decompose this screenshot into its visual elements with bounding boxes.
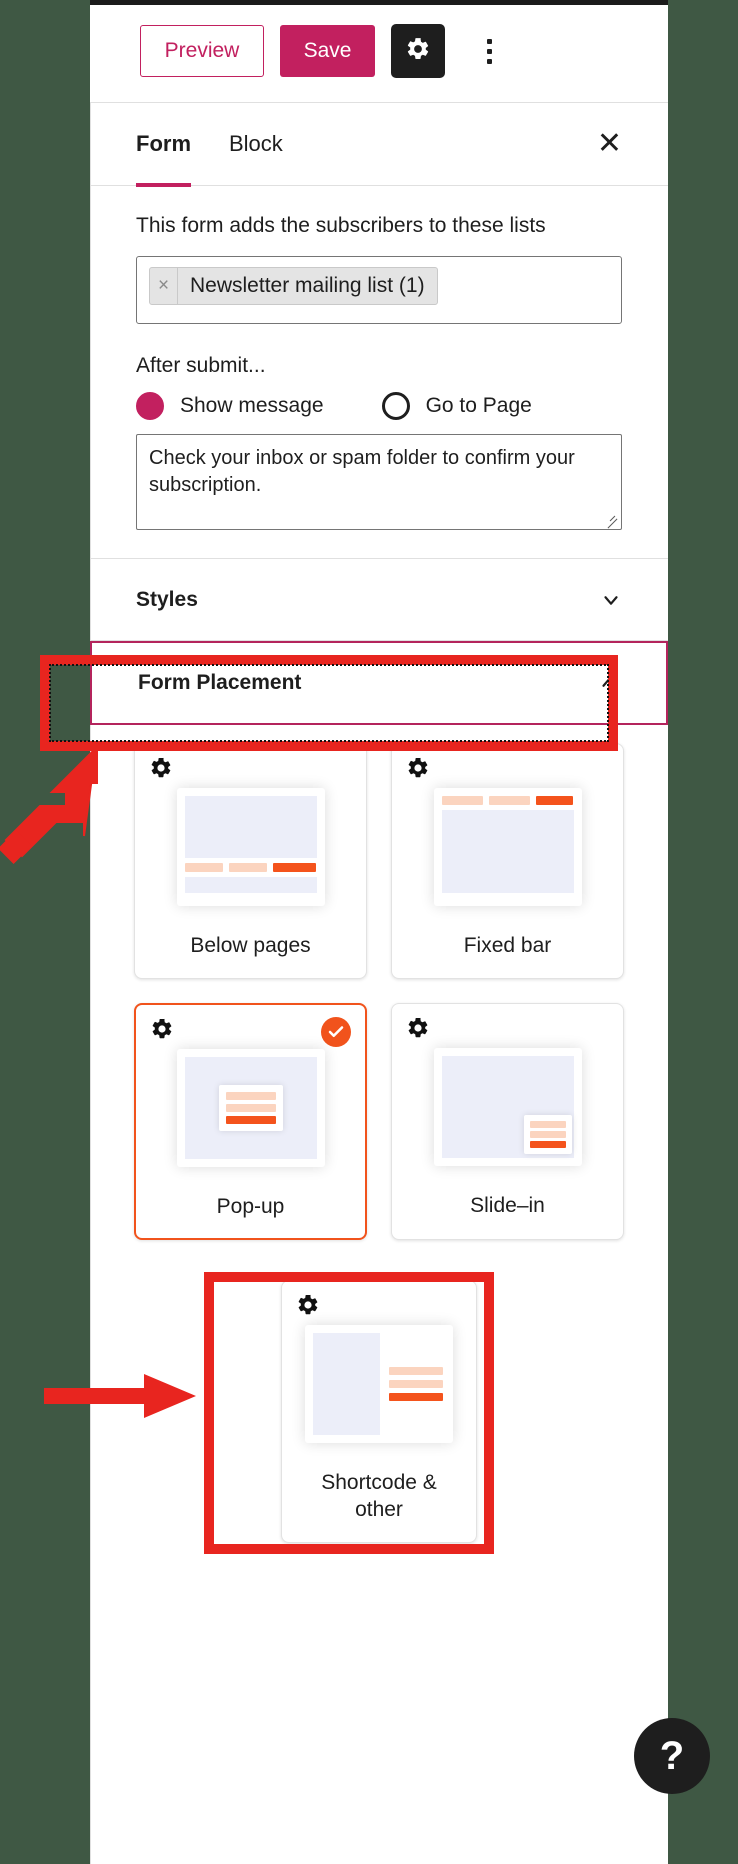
chevron-down-icon — [600, 589, 622, 611]
list-token[interactable]: × Newsletter mailing list (1) — [149, 267, 438, 306]
success-message-value: Check your inbox or spam folder to confi… — [149, 447, 575, 496]
more-options-button[interactable] — [467, 24, 511, 78]
chevron-up-icon — [598, 672, 620, 694]
panel-divider — [90, 0, 91, 1864]
kebab-dot — [486, 48, 492, 54]
pop-up-thumbnail — [176, 1048, 325, 1167]
kebab-dot — [486, 58, 492, 64]
tab-block[interactable]: Block — [229, 103, 283, 186]
placement-card-slide-in[interactable]: Slide–in — [391, 1002, 624, 1240]
remove-token-icon[interactable]: × — [150, 268, 178, 305]
form-placement-grid: Below pages Fixed bar Pop-up Slide–in — [90, 725, 668, 1280]
tab-form[interactable]: Form — [136, 103, 191, 187]
save-button[interactable]: Save — [280, 25, 375, 77]
editor-toolbar: Preview Save — [90, 0, 668, 103]
help-icon: ? — [659, 1733, 685, 1778]
editor-sidebar-panel: Preview Save Form Block ✕ This form adds… — [90, 0, 668, 1864]
after-submit-options: Show message Go to Page — [136, 392, 622, 421]
radio-show-message-label: Show message — [180, 394, 324, 418]
kebab-dot — [486, 38, 492, 44]
below-pages-thumbnail — [176, 788, 325, 907]
placement-card-label: Shortcode & other — [321, 1470, 437, 1522]
form-settings-section: This form adds the subscribers to these … — [90, 186, 668, 560]
fixed-bar-thumbnail — [433, 788, 582, 907]
accordion-styles[interactable]: Styles — [90, 559, 668, 642]
list-token-label: Newsletter mailing list (1) — [190, 274, 425, 298]
shortcode-card-row: Shortcode & other — [90, 1279, 668, 1595]
help-button[interactable]: ? — [634, 1718, 710, 1794]
radio-go-to-page[interactable] — [381, 392, 410, 421]
screenshot-root: Preview Save Form Block ✕ This form adds… — [0, 0, 738, 1864]
preview-button[interactable]: Preview — [140, 25, 264, 77]
accordion-form-placement-label: Form Placement — [138, 671, 302, 695]
gear-icon[interactable] — [406, 756, 430, 785]
placement-card-label: Slide–in — [470, 1193, 545, 1217]
gear-icon[interactable] — [296, 1293, 320, 1322]
check-circle-icon — [321, 1016, 351, 1047]
close-icon[interactable]: ✕ — [597, 129, 622, 159]
resize-handle-icon[interactable] — [604, 513, 618, 527]
lists-token-input[interactable]: × Newsletter mailing list (1) — [136, 256, 622, 325]
gear-icon — [405, 36, 431, 67]
placement-card-fixed-bar[interactable]: Fixed bar — [391, 743, 624, 979]
radio-show-message[interactable] — [136, 392, 164, 421]
settings-button[interactable] — [391, 24, 445, 78]
shortcode-thumbnail — [305, 1324, 453, 1443]
slide-in-thumbnail — [433, 1047, 582, 1166]
success-message-textarea[interactable]: Check your inbox or spam folder to confi… — [136, 434, 622, 531]
placement-card-label: Below pages — [190, 934, 311, 958]
placement-card-pop-up[interactable]: Pop-up — [134, 1002, 367, 1240]
gear-icon[interactable] — [406, 1016, 430, 1045]
placement-card-label: Pop-up — [216, 1194, 285, 1218]
gear-icon[interactable] — [150, 1017, 174, 1046]
placement-card-shortcode[interactable]: Shortcode & other — [281, 1279, 477, 1543]
panel-tabs: Form Block ✕ — [90, 103, 668, 187]
gear-icon[interactable] — [149, 756, 173, 785]
radio-go-to-page-label: Go to Page — [425, 394, 532, 418]
accordion-form-placement[interactable]: Form Placement — [90, 641, 668, 726]
after-submit-label: After submit... — [136, 354, 266, 378]
placement-card-label: Fixed bar — [463, 934, 552, 958]
browser-chrome-strip — [90, 0, 668, 5]
accordion-styles-label: Styles — [136, 587, 198, 611]
lists-label: This form adds the subscribers to these … — [136, 214, 546, 237]
placement-card-below-pages[interactable]: Below pages — [134, 743, 367, 979]
